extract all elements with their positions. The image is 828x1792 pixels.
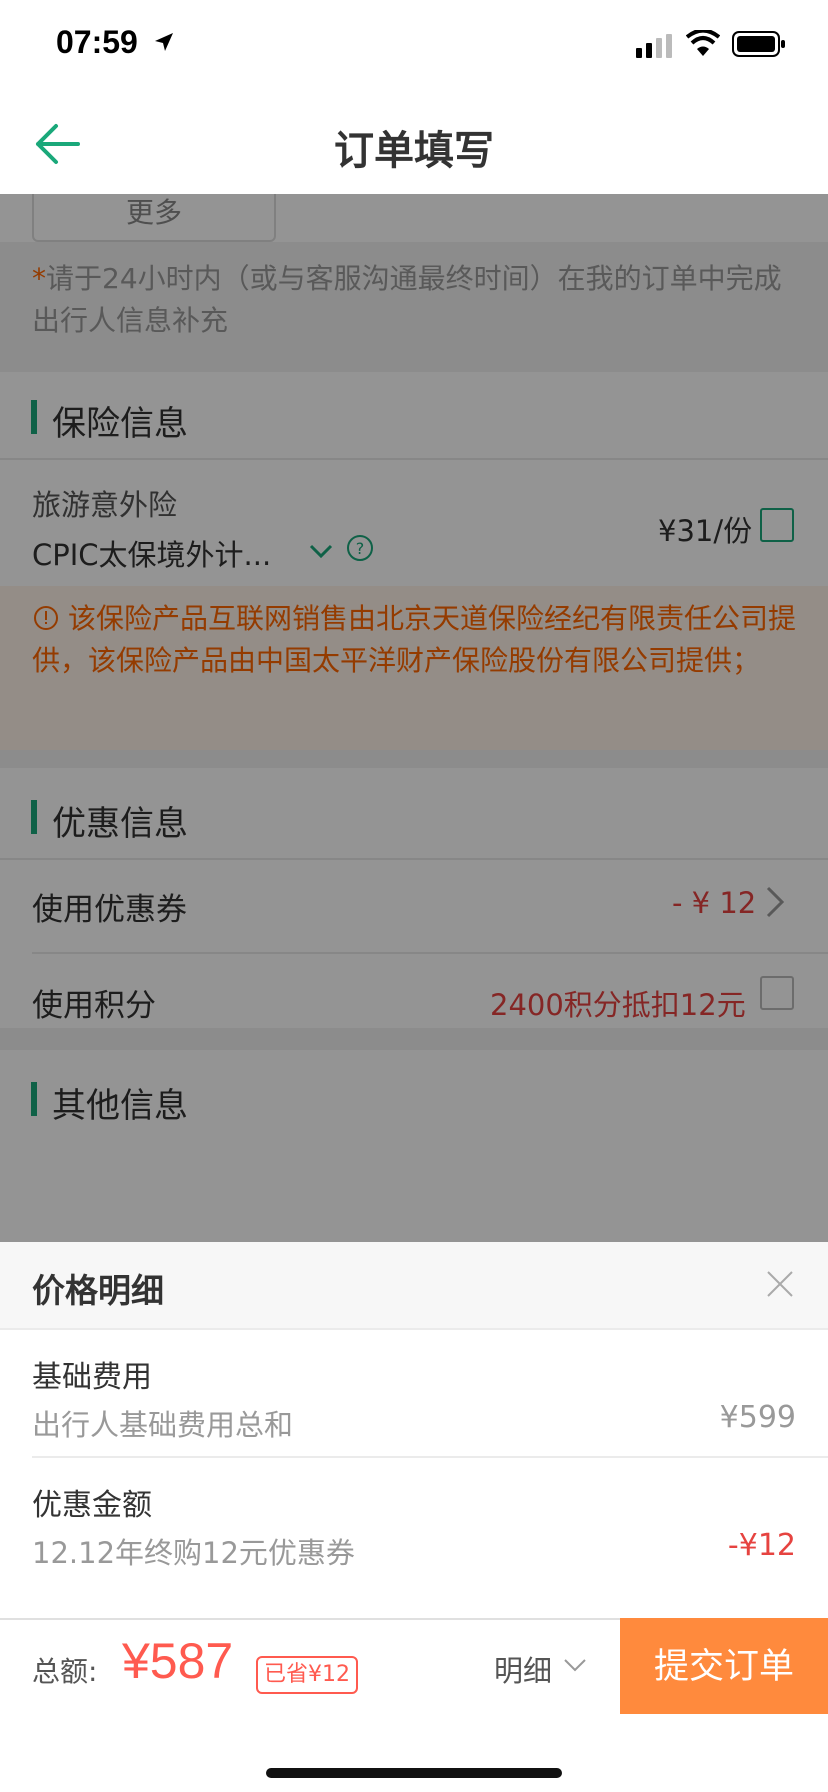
base-fee-desc: 出行人基础费用总和 [32,1408,294,1442]
discount-amount-value: -¥12 [727,1528,796,1563]
battery-icon [732,31,785,57]
home-indicator-area [0,1714,828,1792]
page-title: 订单填写 [334,128,494,174]
price-detail-toggle[interactable]: 明细 [494,1648,552,1690]
saved-badge: 已省¥12 [256,1656,358,1694]
checkout-bar: 总额: ¥587 已省¥12 明细 提交订单 [0,1618,828,1716]
status-time: 07:59 [56,24,138,60]
close-icon[interactable] [764,1268,796,1300]
total-amount: ¥587 [122,1633,234,1689]
divider [32,1456,828,1458]
price-detail-sheet: 价格明细 基础费用 出行人基础费用总和 ¥599 优惠金额 12.12年终购12… [0,1242,828,1618]
sheet-header: 价格明细 [0,1242,828,1330]
discount-amount-desc: 12.12年终购12元优惠券 [32,1536,355,1570]
base-fee-amount: ¥599 [719,1400,796,1435]
wifi-icon [686,30,720,56]
chevron-down-icon[interactable] [560,1650,590,1680]
total-label: 总额: [32,1655,98,1688]
location-arrow-icon [155,33,173,51]
submit-order-button[interactable]: 提交订单 [620,1618,828,1716]
status-bar: 07:59 [0,0,828,94]
cellular-signal-icon [636,34,672,58]
discount-amount-title: 优惠金额 [32,1488,152,1523]
modal-backdrop[interactable] [0,194,828,1244]
navigation-bar: 订单填写 [0,94,828,194]
base-fee-title: 基础费用 [32,1360,152,1395]
home-indicator [266,1768,562,1778]
sheet-title: 价格明细 [32,1271,164,1310]
